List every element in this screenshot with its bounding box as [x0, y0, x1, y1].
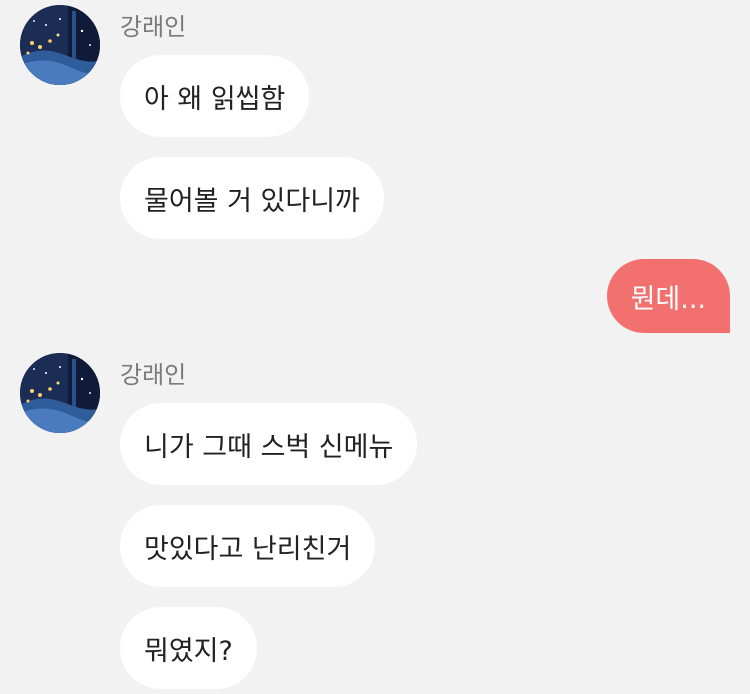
sender-avatar[interactable]	[20, 353, 100, 433]
my-message-bubble[interactable]: 뭔데...	[606, 259, 730, 333]
sender-name: 강래인	[120, 13, 187, 41]
message-bubble[interactable]: 아 왜 읽씹함	[120, 55, 310, 137]
message-bubble[interactable]: 니가 그때 스벅 신메뉴	[120, 403, 418, 485]
sender-avatar[interactable]	[20, 5, 100, 85]
message-bubble[interactable]: 맛있다고 난리친거	[120, 505, 376, 587]
message-bubble[interactable]: 물어볼 거 있다니까	[120, 157, 384, 239]
profile-photo-icon	[20, 5, 100, 85]
message-bubble[interactable]: 뭐였지?	[120, 607, 257, 689]
profile-photo-icon	[20, 353, 100, 433]
sender-name: 강래인	[120, 361, 187, 389]
